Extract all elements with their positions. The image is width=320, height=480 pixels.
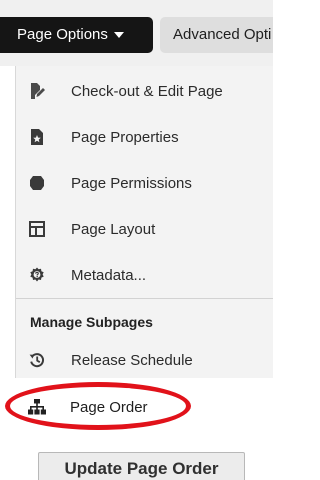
- advanced-options-label: Advanced Opti: [173, 26, 272, 43]
- advanced-options-button[interactable]: Advanced Opti: [160, 17, 273, 53]
- page-properties-icon: [29, 129, 45, 145]
- history-icon: [29, 352, 45, 368]
- menu-item-label: Metadata...: [71, 267, 147, 284]
- update-page-order-label: Update Page Order: [64, 459, 219, 478]
- menu-item-label: Page Properties: [71, 129, 179, 146]
- highlight-annotation-circle: [5, 382, 191, 430]
- metadata-icon: [29, 267, 45, 283]
- edit-pencil-icon: [29, 83, 45, 99]
- layout-icon: [29, 221, 45, 237]
- menu-item-label: Page Permissions: [71, 175, 192, 192]
- menu-item-label: Page Layout: [71, 221, 156, 238]
- menu-item-metadata[interactable]: Metadata...: [16, 252, 273, 298]
- section-header-label: Manage Subpages: [30, 314, 153, 330]
- menu-item-label: Release Schedule: [71, 352, 193, 369]
- update-page-order-button[interactable]: Update Page Order: [38, 452, 245, 480]
- page-options-label: Page Options: [17, 26, 108, 44]
- page-options-button[interactable]: Page Options: [0, 17, 153, 53]
- permissions-badge-icon: [29, 175, 45, 191]
- menu-item-page-layout[interactable]: Page Layout: [16, 206, 273, 252]
- menu-item-page-properties[interactable]: Page Properties: [16, 114, 273, 160]
- caret-down-icon: [113, 32, 124, 39]
- menu-item-release-schedule[interactable]: Release Schedule: [16, 337, 273, 383]
- page-options-menu: Check-out & Edit Page Page Properties Pa…: [15, 66, 273, 378]
- menu-item-checkout-edit[interactable]: Check-out & Edit Page: [16, 68, 273, 114]
- menu-item-label: Check-out & Edit Page: [71, 83, 223, 100]
- screenshot-root: Page Options Advanced Opti Check-out & E…: [0, 0, 273, 480]
- toolbar: Page Options Advanced Opti: [0, 0, 273, 66]
- menu-item-page-permissions[interactable]: Page Permissions: [16, 160, 273, 206]
